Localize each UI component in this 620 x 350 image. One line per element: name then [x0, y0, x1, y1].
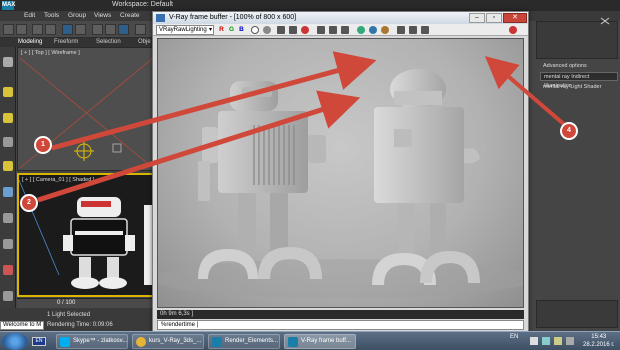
task-render-elements[interactable]: Render_Elements... [208, 334, 280, 349]
arrow-1 [51, 51, 377, 151]
annotation-badge-1: 1 [34, 136, 52, 154]
task-skype-label: Skype™ - zlatkosv... [73, 338, 128, 344]
annotation-badge-4: 4 [560, 122, 578, 140]
annotation-arrows [37, 51, 568, 203]
task-render-elements-label: Render_Elements... [225, 338, 279, 344]
max-app-icon [212, 337, 222, 347]
tray-arrow-icon [530, 337, 538, 345]
task-chrome-label: kurs_V-Ray_3ds_... [149, 338, 202, 344]
clock-time: 15:43 [591, 334, 607, 340]
input-language[interactable]: EN [510, 334, 518, 340]
task-chrome[interactable]: kurs_V-Ray_3ds_... [132, 334, 204, 349]
start-button[interactable] [2, 333, 28, 350]
network-icon [542, 337, 550, 345]
vfb-app-icon [288, 337, 298, 347]
volume-icon [554, 337, 562, 345]
flag-tray-icon [566, 337, 574, 345]
desktop: MAX Workspace: Default Edit Tools Group … [0, 0, 620, 350]
clock[interactable]: 15:43 28.2.2016 г. [583, 333, 614, 349]
taskbar: EN Skype™ - zlatkosv... kurs_V-Ray_3ds_.… [0, 331, 620, 350]
chrome-icon [136, 337, 146, 347]
arrow-4 [484, 56, 568, 128]
tray-icons [530, 337, 574, 345]
skype-icon [60, 337, 70, 347]
task-vfb-label: V-Ray frame buff... [301, 338, 351, 344]
annotation-badge-2: 2 [20, 194, 38, 212]
language-flag-icon[interactable]: EN [32, 337, 46, 346]
task-vfb[interactable]: V-Ray frame buff... [284, 334, 356, 349]
task-skype[interactable]: Skype™ - zlatkosv... [56, 334, 128, 349]
clock-date: 28.2.2016 г. [583, 342, 615, 348]
arrow-2 [37, 90, 361, 203]
